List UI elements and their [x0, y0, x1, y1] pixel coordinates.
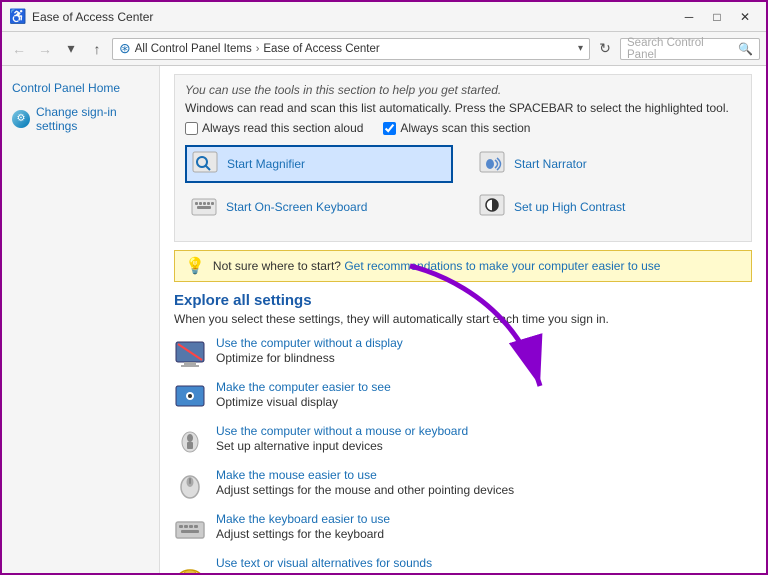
setting-text-visual-sounds-link[interactable]: Use text or visual alternatives for soun…	[216, 556, 752, 570]
narrator-icon	[478, 150, 506, 178]
setting-mouse-easier-text: Make the mouse easier to use Adjust sett…	[216, 468, 752, 497]
title-bar-icon: ♿	[10, 9, 26, 25]
close-button[interactable]: ✕	[732, 7, 758, 27]
setting-no-display-desc: Optimize for blindness	[216, 351, 335, 365]
title-bar-text: Ease of Access Center	[32, 10, 676, 24]
dropdown-button[interactable]: ▾	[60, 38, 82, 60]
address-dropdown-icon[interactable]: ▾	[578, 43, 583, 54]
setting-keyboard-easier-desc: Adjust settings for the keyboard	[216, 527, 384, 541]
setting-text-visual-sounds-text: Use text or visual alternatives for soun…	[216, 556, 752, 573]
search-box[interactable]: Search Control Panel 🔍	[620, 38, 760, 60]
checkbox-scan[interactable]: Always scan this section	[383, 121, 530, 135]
signin-icon: ⚙	[12, 110, 30, 128]
sidebar-signin-label: Change sign-in settings	[36, 105, 149, 133]
keyboard-easier-icon	[174, 514, 206, 546]
checkbox-read-aloud-label: Always read this section aloud	[202, 121, 363, 135]
high-contrast-label: Set up High Contrast	[514, 200, 625, 214]
checkboxes-row: Always read this section aloud Always sc…	[185, 121, 741, 135]
setting-no-mouse-keyboard-link[interactable]: Use the computer without a mouse or keyb…	[216, 424, 752, 438]
setting-keyboard-easier: Make the keyboard easier to use Adjust s…	[174, 512, 752, 546]
text-visual-sounds-icon	[174, 558, 206, 573]
magnifier-icon	[191, 150, 219, 178]
setting-easier-to-see: Make the computer easier to see Optimize…	[174, 380, 752, 414]
no-mouse-keyboard-icon	[174, 426, 206, 458]
easier-to-see-icon	[174, 382, 206, 414]
minimize-button[interactable]: ─	[676, 7, 702, 27]
keyboard-icon	[190, 193, 218, 221]
address-box[interactable]: ⊛ All Control Panel Items › Ease of Acce…	[112, 38, 590, 60]
breadcrumb-all-control-panel[interactable]: All Control Panel Items	[135, 43, 252, 55]
tool-narrator[interactable]: Start Narrator	[473, 145, 741, 183]
main-window: ♿ Ease of Access Center ─ □ ✕ ← → ▾ ↑ ⊛ …	[0, 0, 768, 575]
setting-no-mouse-keyboard-text: Use the computer without a mouse or keyb…	[216, 424, 752, 453]
checkbox-read-aloud-input[interactable]	[185, 122, 198, 135]
info-bar-text: Not sure where to start? Get recommendat…	[213, 259, 661, 273]
top-desc: You can use the tools in this section to…	[185, 83, 741, 97]
keyboard-label: Start On-Screen Keyboard	[226, 200, 367, 214]
windows-desc: Windows can read and scan this list auto…	[185, 101, 741, 115]
search-placeholder: Search Control Panel	[627, 37, 734, 61]
narrator-label: Start Narrator	[514, 157, 587, 171]
checkbox-read-aloud[interactable]: Always read this section aloud	[185, 121, 363, 135]
info-bar-icon: 💡	[185, 256, 205, 276]
info-bar-link[interactable]: Get recommendations to make your compute…	[344, 259, 660, 273]
setting-mouse-easier-desc: Adjust settings for the mouse and other …	[216, 483, 514, 497]
explore-title: Explore all settings	[174, 292, 752, 309]
info-bar: 💡 Not sure where to start? Get recommend…	[174, 250, 752, 282]
setting-easier-to-see-text: Make the computer easier to see Optimize…	[216, 380, 752, 409]
search-icon: 🔍	[738, 42, 753, 56]
checkbox-scan-label: Always scan this section	[400, 121, 530, 135]
setting-no-display-link[interactable]: Use the computer without a display	[216, 336, 752, 350]
main-layout: Control Panel Home ⚙ Change sign-in sett…	[2, 66, 766, 573]
setting-text-visual-sounds-desc: Set up alternatives for sounds	[216, 571, 375, 573]
setting-no-mouse-keyboard: Use the computer without a mouse or keyb…	[174, 424, 752, 458]
forward-button[interactable]: →	[34, 38, 56, 60]
mouse-easier-icon	[174, 470, 206, 502]
sidebar: Control Panel Home ⚙ Change sign-in sett…	[2, 66, 160, 573]
checkbox-scan-input[interactable]	[383, 122, 396, 135]
setting-no-display: Use the computer without a display Optim…	[174, 336, 752, 370]
setting-mouse-easier-link[interactable]: Make the mouse easier to use	[216, 468, 752, 482]
title-bar: ♿ Ease of Access Center ─ □ ✕	[2, 2, 766, 32]
tool-high-contrast[interactable]: Set up High Contrast	[473, 189, 741, 225]
magnifier-label: Start Magnifier	[227, 157, 305, 171]
setting-no-display-text: Use the computer without a display Optim…	[216, 336, 752, 365]
breadcrumb-separator: ›	[256, 43, 260, 55]
tool-keyboard[interactable]: Start On-Screen Keyboard	[185, 189, 453, 225]
setting-keyboard-easier-text: Make the keyboard easier to use Adjust s…	[216, 512, 752, 541]
globe-icon: ⊛	[119, 40, 131, 57]
setting-no-mouse-keyboard-desc: Set up alternative input devices	[216, 439, 383, 453]
setting-mouse-easier: Make the mouse easier to use Adjust sett…	[174, 468, 752, 502]
maximize-button[interactable]: □	[704, 7, 730, 27]
info-bar-static-text: Not sure where to start?	[213, 259, 341, 273]
tools-grid: Start Magnifier Star	[185, 145, 741, 225]
up-button[interactable]: ↑	[86, 38, 108, 60]
content-area: You can use the tools in this section to…	[160, 66, 766, 573]
explore-desc: When you select these settings, they wil…	[174, 312, 752, 326]
no-display-icon	[174, 338, 206, 370]
tool-magnifier[interactable]: Start Magnifier	[185, 145, 453, 183]
setting-easier-to-see-desc: Optimize visual display	[216, 395, 338, 409]
sidebar-item-change-signin[interactable]: ⚙ Change sign-in settings	[2, 101, 159, 137]
content-wrapper: You can use the tools in this section to…	[160, 66, 766, 573]
back-button[interactable]: ←	[8, 38, 30, 60]
refresh-button[interactable]: ↻	[594, 38, 616, 60]
sidebar-item-control-panel-home[interactable]: Control Panel Home	[2, 76, 159, 101]
address-bar: ← → ▾ ↑ ⊛ All Control Panel Items › Ease…	[2, 32, 766, 66]
top-section: You can use the tools in this section to…	[174, 74, 752, 242]
setting-text-visual-sounds: Use text or visual alternatives for soun…	[174, 556, 752, 573]
setting-keyboard-easier-link[interactable]: Make the keyboard easier to use	[216, 512, 752, 526]
high-contrast-icon	[478, 193, 506, 221]
breadcrumb-current: Ease of Access Center	[263, 43, 379, 55]
title-bar-controls: ─ □ ✕	[676, 7, 758, 27]
setting-easier-to-see-link[interactable]: Make the computer easier to see	[216, 380, 752, 394]
